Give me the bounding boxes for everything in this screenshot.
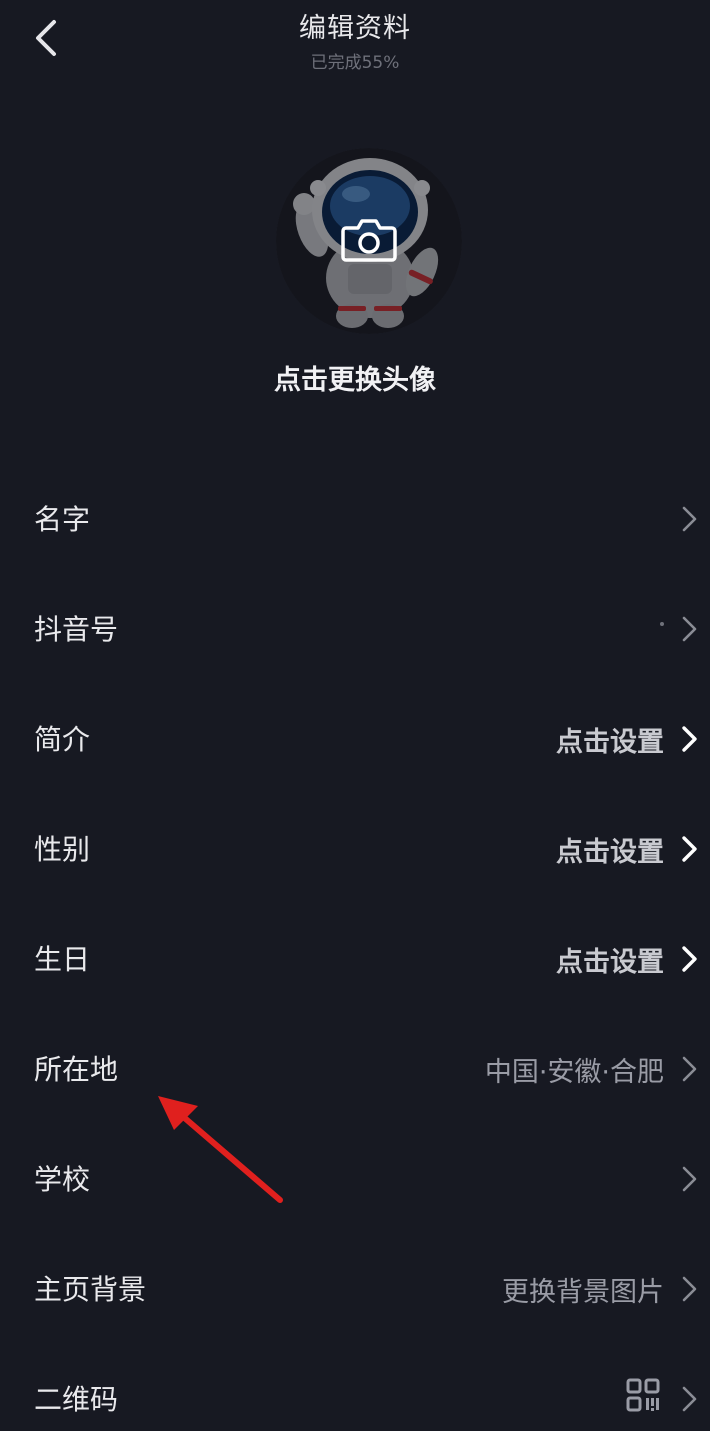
camera-icon[interactable] — [340, 214, 398, 264]
chevron-right-icon — [680, 1054, 700, 1084]
qr-code-icon — [626, 1378, 660, 1412]
chevron-right-icon — [680, 1164, 700, 1194]
row-value: 点击设置 — [556, 727, 664, 758]
row-bio[interactable]: 简介 点击设置 — [0, 682, 710, 792]
camera-glyph — [341, 219, 397, 262]
row-qr-code[interactable]: 二维码 — [0, 1342, 710, 1431]
chevron-right-icon — [680, 1384, 700, 1414]
profile-field-list: 名字 抖音号 简介 点击设置 性别 点击设置 生日 点击设置 所在地 中国·安徽… — [0, 462, 710, 1431]
row-school[interactable]: 学校 — [0, 1122, 710, 1232]
chevron-right-icon — [680, 1274, 700, 1304]
row-name[interactable]: 名字 — [0, 462, 710, 572]
chevron-right-icon — [680, 614, 700, 644]
id-dot — [660, 622, 664, 626]
chevron-right-icon — [680, 504, 700, 534]
row-value: 点击设置 — [556, 947, 664, 978]
row-label: 性别 — [34, 833, 91, 866]
row-value: 更换背景图片 — [502, 1277, 664, 1308]
row-homepage-background[interactable]: 主页背景 更换背景图片 — [0, 1232, 710, 1342]
completion-progress: 已完成55% — [310, 53, 400, 73]
edit-profile-screen: 编辑资料 已完成55% 点击更换头像 名字 抖音号 简介 点击设置 性别 点击设… — [0, 0, 710, 1431]
row-label: 名字 — [34, 503, 91, 536]
header: 编辑资料 已完成55% — [0, 0, 710, 80]
row-label: 主页背景 — [34, 1273, 147, 1306]
row-value: 中国·安徽·合肥 — [484, 1057, 664, 1088]
row-douyin-id[interactable]: 抖音号 — [0, 572, 710, 682]
row-location[interactable]: 所在地 中国·安徽·合肥 — [0, 1012, 710, 1122]
row-label: 二维码 — [34, 1383, 119, 1416]
row-birthday[interactable]: 生日 点击设置 — [0, 902, 710, 1012]
chevron-right-icon — [680, 724, 700, 754]
row-label: 抖音号 — [34, 613, 119, 646]
row-gender[interactable]: 性别 点击设置 — [0, 792, 710, 902]
chevron-right-icon — [680, 834, 700, 864]
row-label: 学校 — [34, 1163, 91, 1196]
page-title: 编辑资料 — [299, 13, 411, 44]
row-label: 生日 — [34, 943, 91, 976]
chevron-right-icon — [680, 944, 700, 974]
row-label: 所在地 — [34, 1053, 119, 1086]
change-avatar-label[interactable]: 点击更换头像 — [0, 358, 710, 397]
row-label: 简介 — [34, 723, 91, 756]
row-value: 点击设置 — [556, 837, 664, 868]
